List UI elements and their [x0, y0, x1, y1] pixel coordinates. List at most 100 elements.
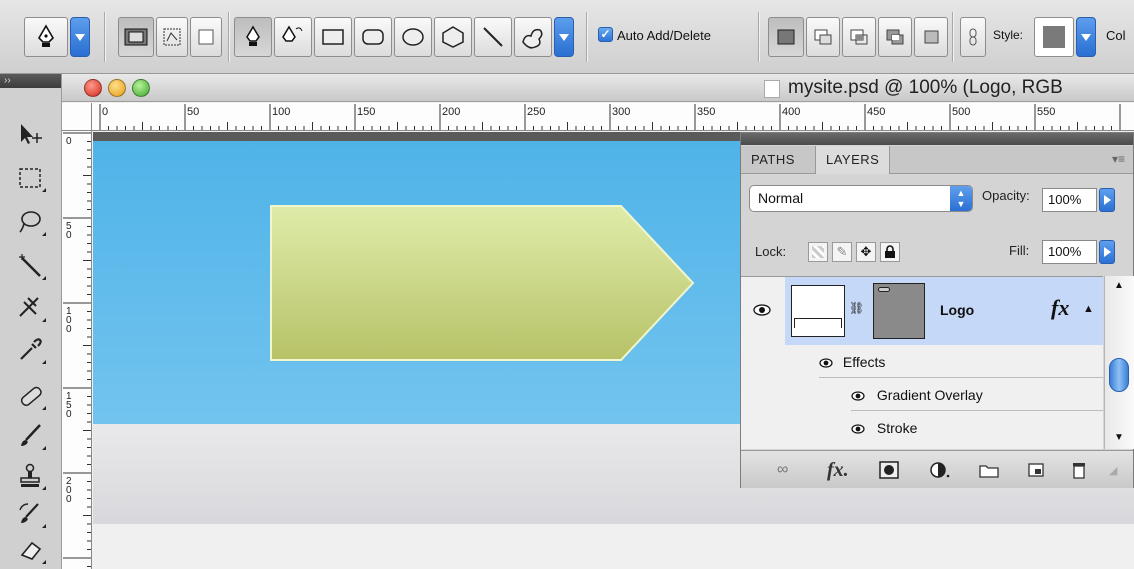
blend-mode-select[interactable]: Normal ▲ ▼ [749, 185, 973, 212]
fill-slider-button[interactable] [1099, 240, 1115, 264]
ruler-label: 450 [867, 106, 885, 118]
effect-name: Stroke [876, 420, 918, 436]
effects-row[interactable]: Effects [819, 346, 1103, 378]
combine-add-icon [777, 29, 795, 45]
ruler-label: 0 [66, 409, 72, 420]
ruler-label: 350 [697, 106, 715, 118]
effects-label: Effects [842, 354, 886, 370]
path-area-exclude-button[interactable] [878, 17, 912, 57]
fx-icon[interactable]: fx [1051, 295, 1069, 321]
layer-visibility-toggle[interactable] [749, 299, 775, 321]
rectangle-tool-button[interactable] [314, 17, 352, 57]
horizontal-ruler-ticks: 0 50 100 150 200 250 300 350 400 450 500 550 [99, 104, 1121, 130]
color-label: Col [1106, 28, 1126, 43]
ruler-label: 0 [66, 494, 72, 505]
blend-mode-value: Normal [758, 190, 804, 206]
marquee-tool[interactable] [10, 160, 50, 196]
path-area-combine-button[interactable] [914, 17, 948, 57]
tool-preset-dropdown[interactable] [70, 17, 90, 57]
lasso-tool[interactable] [10, 204, 50, 240]
clone-stamp-tool[interactable] [10, 458, 50, 494]
layer-list-scrollbar[interactable]: ▲ ▼ [1104, 276, 1134, 449]
new-adjustment-layer-icon[interactable] [929, 459, 951, 481]
panel-menu-icon[interactable]: ▾≡ [1112, 152, 1125, 166]
tools-panel: ›› [0, 74, 62, 569]
path-area-add-button[interactable] [768, 17, 804, 57]
line-tool-button[interactable] [474, 17, 512, 57]
magic-wand-tool[interactable] [10, 248, 50, 284]
auto-add-delete-checkbox[interactable]: ✓ [598, 27, 613, 42]
new-group-icon[interactable] [979, 459, 999, 481]
tab-paths[interactable]: PATHS [741, 146, 805, 174]
horizontal-ruler[interactable]: 0 50 100 150 200 250 300 350 400 450 500 550 [92, 103, 1134, 131]
folder-icon [979, 465, 999, 478]
lock-all-button[interactable] [880, 242, 900, 262]
tools-panel-grip[interactable]: ›› [0, 74, 61, 88]
scrollbar-thumb[interactable] [1109, 358, 1129, 392]
zoom-button[interactable] [132, 79, 150, 97]
opacity-input[interactable]: 100% [1042, 188, 1097, 212]
lock-image-button[interactable]: ✎ [832, 242, 852, 262]
path-area-intersect-button[interactable] [842, 17, 876, 57]
eye-icon [819, 358, 833, 368]
opacity-slider-button[interactable] [1099, 188, 1115, 212]
path-area-subtract-button[interactable] [806, 17, 840, 57]
history-brush-tool[interactable] [10, 496, 50, 532]
ruler-label: 50 [187, 106, 199, 118]
effect-row-stroke[interactable]: Stroke [851, 412, 1103, 444]
style-picker-dropdown[interactable] [1076, 17, 1096, 57]
layer-row-logo[interactable]: ⛓ Logo fx ▲ [785, 277, 1103, 345]
polygon-icon [442, 26, 464, 48]
layers-panel-titlebar[interactable] [741, 133, 1133, 145]
resize-grip-icon[interactable]: ◢ [1109, 459, 1117, 481]
shape-layers-button[interactable] [118, 17, 154, 57]
scroll-up-arrow-icon[interactable]: ▲ [1114, 280, 1124, 291]
lock-position-button[interactable]: ✥ [856, 242, 876, 262]
move-tool[interactable] [10, 116, 50, 152]
style-swatch[interactable] [1034, 17, 1074, 57]
trash-icon [1073, 463, 1085, 479]
pen-tool-preset-button[interactable] [24, 17, 68, 57]
freeform-pen-button[interactable] [274, 17, 312, 57]
fill-pixels-button[interactable] [190, 17, 222, 57]
eyedropper-tool[interactable] [10, 332, 50, 368]
ruler-label: 200 [442, 106, 460, 118]
healing-brush-tool[interactable] [10, 378, 50, 414]
vertical-ruler[interactable]: 050100150200 [62, 131, 92, 569]
collapse-effects-arrow-icon[interactable]: ▲ [1083, 303, 1094, 315]
ellipse-tool-button[interactable] [394, 17, 432, 57]
custom-shape-tool-button[interactable] [514, 17, 552, 57]
fill-label: Fill: [1009, 243, 1030, 258]
new-layer-icon[interactable] [1027, 459, 1045, 481]
delete-layer-icon[interactable] [1071, 459, 1087, 481]
logo-arrow-shape[interactable] [269, 204, 699, 364]
scroll-down-arrow-icon[interactable]: ▼ [1114, 432, 1124, 443]
brush-tool[interactable] [10, 418, 50, 454]
stamp-icon [20, 463, 40, 487]
effect-row-gradient-overlay[interactable]: Gradient Overlay [851, 379, 1103, 411]
freeform-pen-icon [282, 25, 303, 42]
crop-tool[interactable] [10, 290, 50, 326]
ruler-origin[interactable] [62, 103, 92, 131]
rectangle-icon [322, 29, 344, 45]
eraser-tool[interactable] [10, 532, 50, 568]
link-style-button[interactable] [960, 17, 986, 57]
pen-shape-button[interactable] [234, 17, 272, 57]
minimize-button[interactable] [108, 79, 126, 97]
paths-mode-button[interactable] [156, 17, 188, 57]
fill-input[interactable]: 100% [1042, 240, 1097, 264]
add-layer-style-icon[interactable]: fx. [827, 459, 849, 481]
document-titlebar[interactable]: mysite.psd @ 100% (Logo, RGB [62, 74, 1134, 102]
tab-layers[interactable]: LAYERS [815, 146, 891, 174]
shape-picker-dropdown[interactable] [554, 17, 574, 57]
lasso-icon [19, 211, 41, 233]
marquee-icon [19, 168, 41, 188]
polygon-tool-button[interactable] [434, 17, 472, 57]
close-button[interactable] [84, 79, 102, 97]
rounded-rectangle-tool-button[interactable] [354, 17, 392, 57]
lock-transparency-button[interactable] [808, 242, 828, 262]
document-title: mysite.psd @ 100% (Logo, RGB [788, 77, 1063, 98]
add-mask-icon[interactable] [879, 459, 899, 481]
link-layers-icon[interactable]: ∞ [777, 459, 788, 481]
document-icon [764, 80, 780, 98]
